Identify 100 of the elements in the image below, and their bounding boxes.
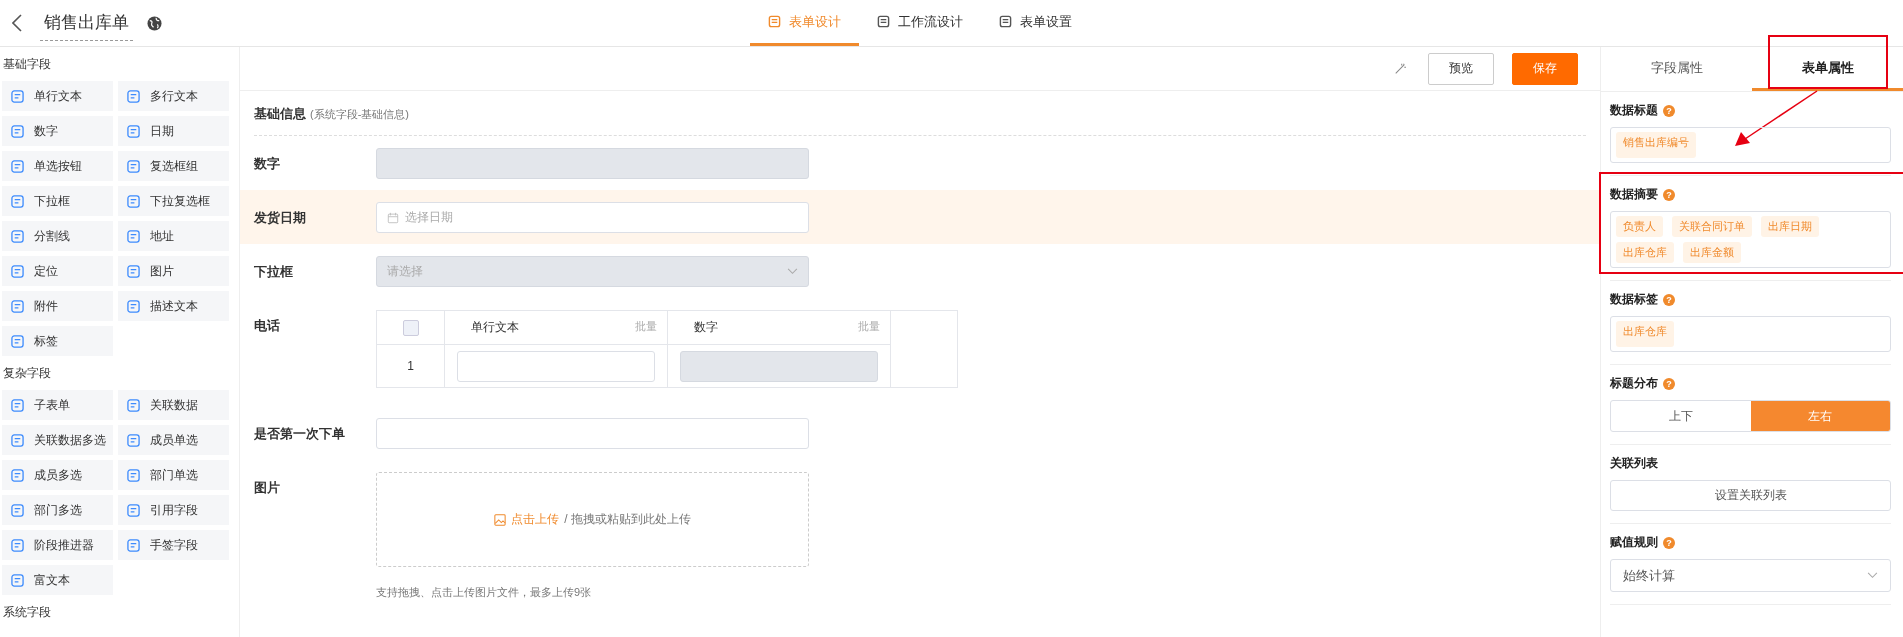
field-label: 是否第一次下单 <box>254 425 346 443</box>
field-type-item[interactable]: 部门单选 <box>118 460 229 490</box>
field-type-icon <box>11 398 24 412</box>
field-type-item[interactable]: 描述文本 <box>118 291 229 321</box>
field-type-item[interactable]: 富文本 <box>2 565 113 595</box>
field-label: 图片 <box>254 479 281 497</box>
property-title: 数据摘要 <box>1610 186 1658 203</box>
field-type-item[interactable]: 标签 <box>2 326 113 356</box>
image-icon <box>494 513 507 526</box>
checkbox[interactable] <box>402 319 419 336</box>
field-tag: 销售出库编号 <box>1616 132 1696 158</box>
field-type-item[interactable]: 成员单选 <box>118 425 229 455</box>
field-type-icon <box>127 194 140 208</box>
wand-icon[interactable] <box>1394 62 1406 75</box>
field-type-icon <box>11 194 24 208</box>
field-type-icon <box>127 468 140 482</box>
select-field[interactable]: 始终计算 <box>1610 559 1891 592</box>
field-label: 发货日期 <box>254 209 307 227</box>
upload-area[interactable]: 点击上传 / 拖拽或粘贴到此处上传 <box>376 472 809 567</box>
field-type-item[interactable]: 引用字段 <box>118 495 229 525</box>
field-type-item[interactable]: 阶段推进器 <box>2 530 113 560</box>
calendar-icon <box>387 211 399 224</box>
field-type-icon <box>127 503 140 517</box>
field-tag: 负责人 <box>1616 216 1663 237</box>
field-type-item[interactable]: 数字 <box>2 116 113 146</box>
field-type-item[interactable]: 关联数据 <box>118 390 229 420</box>
chevron-down-icon <box>1867 572 1878 579</box>
field-type-item[interactable]: 单行文本 <box>2 81 113 111</box>
field-type-icon <box>127 538 140 552</box>
property-title: 数据标签 <box>1610 291 1658 308</box>
column-header: 单行文本 <box>471 319 519 336</box>
field-type-icon <box>11 334 24 348</box>
field-type-item[interactable]: 子表单 <box>2 390 113 420</box>
section-title: 基础信息 <box>254 106 306 121</box>
globe-icon[interactable] <box>147 15 162 31</box>
field-type-icon <box>127 264 140 278</box>
field-type-icon <box>11 159 24 173</box>
field-type-icon <box>11 229 24 243</box>
field-type-icon <box>127 398 140 412</box>
field-type-item[interactable]: 图片 <box>118 256 229 286</box>
field-row[interactable]: 是否第一次下单 <box>240 406 1600 460</box>
field-type-item[interactable]: 分割线 <box>2 221 113 251</box>
field-type-icon <box>127 124 140 138</box>
property-tab[interactable]: 表单属性 <box>1752 47 1903 91</box>
field-type-item[interactable]: 手签字段 <box>118 530 229 560</box>
input-field[interactable] <box>376 418 809 449</box>
row-number: 1 <box>407 359 414 373</box>
property-title: 数据标题 <box>1610 102 1658 119</box>
field-type-icon <box>11 433 24 447</box>
field-tag: 出库金额 <box>1683 242 1741 263</box>
field-type-icon <box>11 89 24 103</box>
field-type-item[interactable]: 多行文本 <box>118 81 229 111</box>
chevron-down-icon <box>787 268 798 275</box>
field-label: 电话 <box>254 317 281 335</box>
field-type-icon <box>11 264 24 278</box>
preview-button[interactable]: 预览 <box>1428 52 1494 85</box>
input-field[interactable] <box>457 350 655 382</box>
field-tag: 出库仓库 <box>1616 242 1674 263</box>
field-tag: 出库日期 <box>1761 216 1819 237</box>
group-title: 复杂字段 <box>2 365 52 382</box>
field-type-item[interactable]: 部门多选 <box>2 495 113 525</box>
upload-hint: 支持拖拽、点击上传图片文件，最多上传9张 <box>376 585 593 600</box>
header-tab[interactable]: 表单设置 <box>981 0 1090 46</box>
field-type-icon <box>127 229 140 243</box>
property-title: 赋值规则 <box>1610 534 1658 551</box>
field-type-item[interactable]: 日期 <box>118 116 229 146</box>
field-type-icon <box>11 299 24 313</box>
form-title[interactable]: 销售出库单 <box>40 11 133 41</box>
field-type-item[interactable]: 关联数据多选 <box>2 425 113 455</box>
tab-icon <box>877 15 890 28</box>
set-related-list-button[interactable]: 设置关联列表 <box>1610 480 1891 511</box>
property-title: 标题分布 <box>1610 375 1658 392</box>
field-type-item[interactable]: 地址 <box>118 221 229 251</box>
tab-icon <box>999 15 1012 28</box>
tab-icon <box>768 15 781 28</box>
field-type-item[interactable]: 成员多选 <box>2 460 113 490</box>
field-row[interactable]: 图片 点击上传 / 拖拽或粘贴到此处上传 支持拖拽、点击上传图片文件，最多上传9张 <box>240 460 1600 610</box>
group-title: 基础字段 <box>2 56 52 73</box>
segment-option[interactable]: 上下 <box>1611 401 1751 431</box>
field-type-item[interactable]: 定位 <box>2 256 113 286</box>
field-type-item[interactable]: 单选按钮 <box>2 151 113 181</box>
field-label: 下拉框 <box>254 263 294 281</box>
property-title: 关联列表 <box>1610 455 1658 472</box>
back-icon[interactable] <box>12 14 22 32</box>
field-type-icon <box>127 299 140 313</box>
section-note: (系统字段-基础信息) <box>310 108 409 120</box>
field-type-item[interactable]: 下拉框 <box>2 186 113 216</box>
field-type-icon <box>11 124 24 138</box>
header-tab[interactable]: 工作流设计 <box>859 0 981 46</box>
field-type-icon <box>11 538 24 552</box>
field-tag: 出库仓库 <box>1616 321 1674 347</box>
field-label: 数字 <box>254 155 281 173</box>
field-type-icon <box>127 433 140 447</box>
property-tab[interactable]: 字段属性 <box>1601 47 1752 91</box>
field-type-icon <box>11 573 24 587</box>
selected-field-row[interactable]: 发货日期 选择日期 <box>240 190 1600 244</box>
field-type-item[interactable]: 下拉复选框 <box>118 186 229 216</box>
field-type-item[interactable]: 附件 <box>2 291 113 321</box>
column-header: 数字 <box>694 319 718 336</box>
field-type-item[interactable]: 复选框组 <box>118 151 229 181</box>
